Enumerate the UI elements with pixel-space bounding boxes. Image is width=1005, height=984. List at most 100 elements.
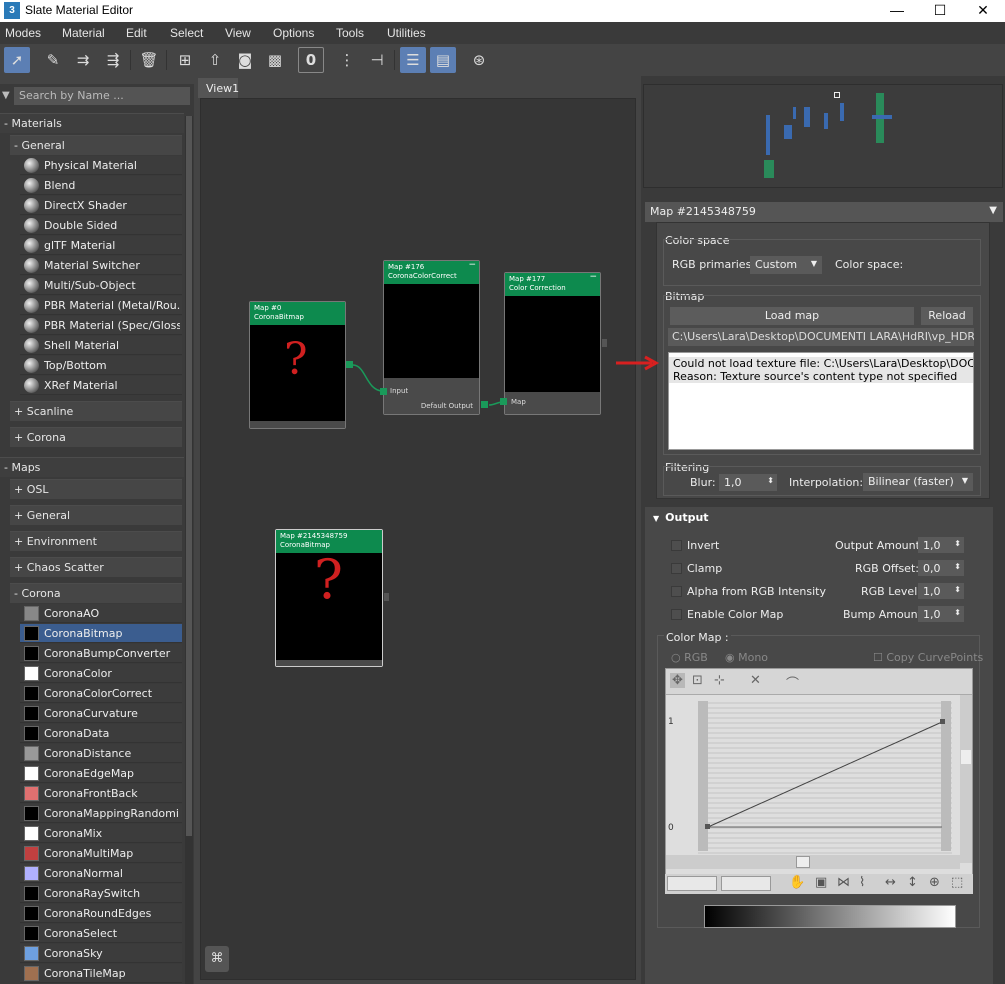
mono-radio[interactable]: ◉ Mono [725,651,768,664]
collapse-all-icon[interactable]: ▼ [2,90,10,101]
map-item[interactable]: CoronaColor [20,664,182,683]
node-map-0[interactable]: Map #0 CoronaBitmap ? [249,301,346,429]
group-maps-general[interactable]: + General [10,505,182,525]
material-item[interactable]: DirectX Shader [20,196,182,215]
output-amount-spinner[interactable]: 1,0 ⬍ [918,537,964,553]
material-item[interactable]: Physical Material [20,156,182,175]
reset-curve-icon[interactable]: ⌒ [786,673,799,692]
move-children-icon[interactable]: ⊞ [172,47,198,73]
node-map-176[interactable]: Map #176 CoronaColorCorrect − Input Defaul… [383,260,480,415]
copy-curve-points-checkbox[interactable]: ☐ Copy CurvePoints [873,651,983,664]
eyedropper-icon[interactable]: ✎ [40,47,66,73]
zoom-icon[interactable]: ⊕ [929,875,940,890]
map-item[interactable]: CoronaRoundEdges [20,904,182,923]
browser-scrollbar[interactable] [185,116,193,984]
checker-background-icon[interactable]: ▩ [262,47,288,73]
menu-material[interactable]: Material [62,26,105,40]
navigate-icon[interactable]: ⌘ [205,946,229,972]
menu-modes[interactable]: Modes [5,26,41,40]
group-materials[interactable]: - Materials [0,113,184,133]
map-item[interactable]: CoronaSky [20,944,182,963]
bitmap-path-field[interactable]: C:\Users\Lara\Desktop\DOCUMENTI LARA\HdR… [668,328,974,346]
map-item[interactable]: CoronaDistance [20,744,182,763]
material-item[interactable]: Blend [20,176,182,195]
navigator[interactable] [643,84,1003,188]
show-background-icon[interactable]: ◙ [232,47,258,73]
group-corona-maps[interactable]: - Corona [10,583,182,603]
layout-all-icon[interactable]: ⋮ [334,47,360,73]
map-item[interactable]: CoronaMix [20,824,182,843]
map-item[interactable]: CoronaBitmap [20,624,182,643]
minimize-button[interactable]: — [875,1,919,19]
invert-checkbox[interactable] [671,540,682,551]
delete-icon[interactable]: 🗑 [136,47,162,73]
map-item[interactable]: CoronaFrontBack [20,784,182,803]
clamp-checkbox[interactable] [671,563,682,574]
group-environment[interactable]: + Environment [10,531,182,551]
scale-point-icon[interactable]: ⊡ [692,673,703,688]
curve-graph[interactable]: 1 0 [666,695,972,863]
zoom-x-icon[interactable]: ↔ [885,875,896,890]
material-item[interactable]: XRef Material [20,376,182,395]
map-item[interactable]: CoronaCurvature [20,704,182,723]
assign-material-icon[interactable]: ⇉ [70,47,96,73]
maximize-button[interactable]: ☐ [918,1,962,19]
rgb-radio[interactable]: ○ RGB [671,651,708,664]
zoom-vertical-icon[interactable]: ⌇ [859,875,865,890]
material-item[interactable]: Double Sided [20,216,182,235]
layout-children-icon[interactable]: ⊣ [364,47,390,73]
material-item[interactable]: Material Switcher [20,256,182,275]
map-item[interactable]: CoronaAO [20,604,182,623]
group-scanline[interactable]: + Scanline [10,401,182,421]
select-by-material-icon[interactable]: ⊛ [466,47,492,73]
map-item[interactable]: CoronaMappingRandomi... [20,804,182,823]
menu-view[interactable]: View [225,26,251,40]
move-point-icon[interactable]: ✥ [670,673,685,688]
node-view[interactable]: Map #0 CoronaBitmap ? Map #176 CoronaColor… [200,98,636,980]
load-map-button[interactable]: Load map [670,307,914,325]
curve-y-field[interactable] [721,876,771,891]
material-map-browser-icon[interactable]: ☰ [400,47,426,73]
menu-select[interactable]: Select [170,26,203,40]
add-point-icon[interactable]: ⊹ [714,673,725,688]
curve-horizontal-scrollbar[interactable] [666,855,960,869]
interpolation-dropdown[interactable]: Bilinear (faster) ▼ [863,473,973,491]
delete-point-icon[interactable]: ✕ [750,673,761,688]
material-item[interactable]: Shell Material [20,336,182,355]
curve-x-field[interactable] [667,876,717,891]
material-item[interactable]: Top/Bottom [20,356,182,375]
zoom-horizontal-icon[interactable]: ⋈ [837,875,850,890]
rgb-level-spinner[interactable]: 1,0 ⬍ [918,583,964,599]
node-output-port[interactable] [346,361,353,368]
material-item[interactable]: PBR Material (Metal/Rou... [20,296,182,315]
parameter-editor-icon[interactable]: ▤ [430,47,456,73]
material-item[interactable]: PBR Material (Spec/Gloss) [20,316,182,335]
map-item[interactable]: CoronaBumpConverter [20,644,182,663]
group-maps[interactable]: - Maps [0,457,184,477]
zoom-y-icon[interactable]: ↕ [907,875,918,890]
group-corona-materials[interactable]: + Corona [10,427,182,447]
put-to-scene-icon[interactable]: ⇶ [100,47,126,73]
reload-button[interactable]: Reload [921,307,973,325]
map-item[interactable]: CoronaSelect [20,924,182,943]
bump-amount-spinner[interactable]: 1,0 ⬍ [918,606,964,622]
dropdown-arrow-icon[interactable]: ▼ [989,205,997,216]
color-map-curve[interactable]: ✥ ⊡ ⊹ ✕ ⌒ 1 0 [665,668,973,878]
alpha-checkbox[interactable] [671,586,682,597]
menu-utilities[interactable]: Utilities [387,26,426,40]
node-output-port[interactable] [481,401,488,408]
map-item[interactable]: CoronaMultiMap [20,844,182,863]
material-item[interactable]: Multi/Sub-Object [20,276,182,295]
rgb-primaries-dropdown[interactable]: Custom ▼ [750,256,822,274]
node-input-port[interactable] [500,398,507,405]
node-input-port[interactable] [380,388,387,395]
select-tool-icon[interactable]: ➚ [4,47,30,73]
show-in-viewport-icon[interactable]: ⇧ [202,47,228,73]
close-button[interactable]: ✕ [961,1,1005,19]
group-osl[interactable]: + OSL [10,479,182,499]
material-id-button[interactable]: 0 [298,47,324,73]
map-item[interactable]: CoronaEdgeMap [20,764,182,783]
output-header[interactable]: ▼ Output [645,507,993,529]
blur-spinner[interactable]: 1,0 ⬍ [719,474,777,491]
map-item[interactable]: CoronaRaySwitch [20,884,182,903]
